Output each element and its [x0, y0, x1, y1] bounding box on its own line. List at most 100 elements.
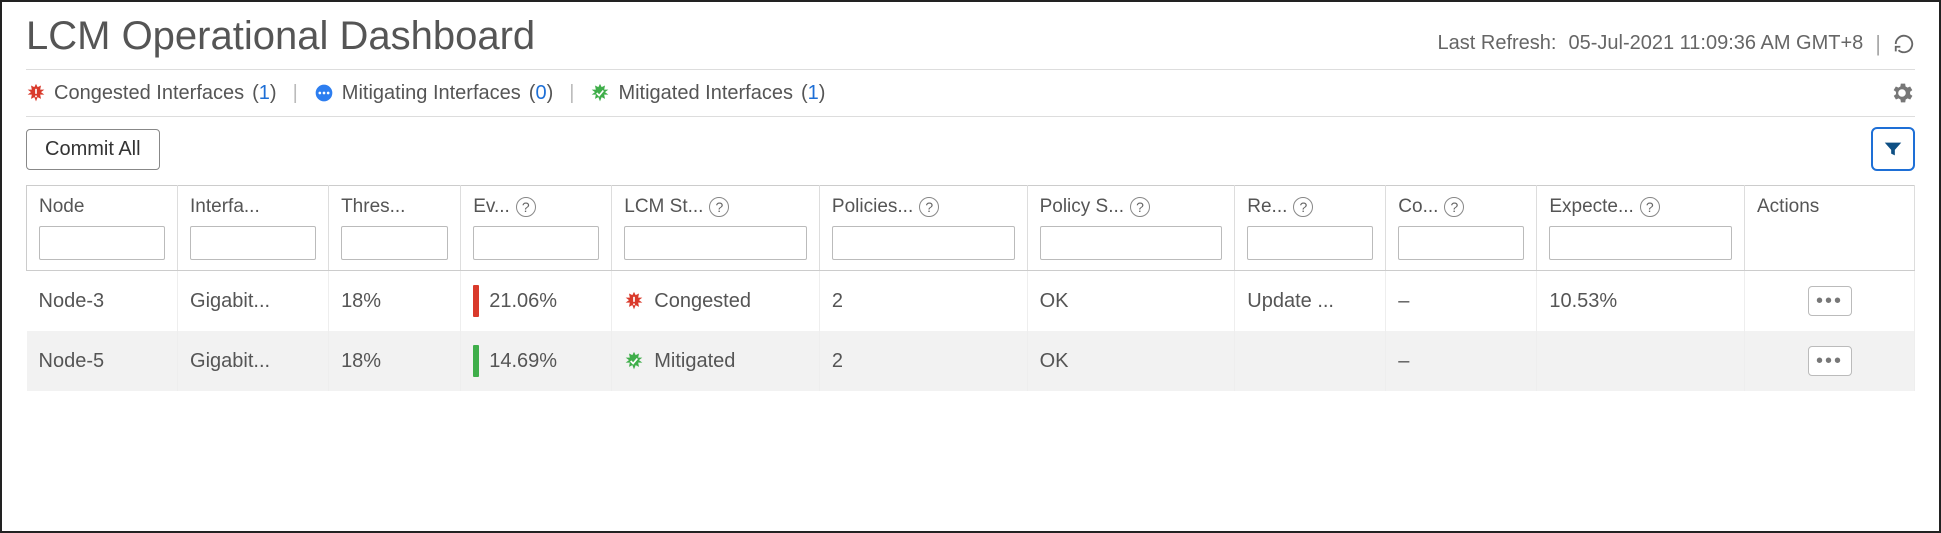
cell-expected: 10.53%	[1537, 271, 1745, 332]
col-policies[interactable]: Policies...?	[819, 186, 1027, 271]
cell-re	[1235, 331, 1386, 391]
col-co-label: Co...	[1398, 196, 1438, 218]
cell-ev: 14.69%	[461, 331, 612, 391]
burst-alert-icon	[624, 291, 644, 311]
col-ev[interactable]: Ev...?	[461, 186, 612, 271]
cell-co: –	[1386, 331, 1537, 391]
ellipsis-circle-icon	[314, 83, 334, 103]
filter-policys-input[interactable]	[1040, 226, 1223, 260]
filter-interface-input[interactable]	[190, 226, 316, 260]
ev-bar-icon	[473, 285, 479, 317]
header-row: Node Interfa... Thres... Ev...? LCM St..…	[27, 186, 1915, 271]
row-actions-button[interactable]: •••	[1808, 346, 1852, 376]
status-congested-count: (1)	[252, 82, 276, 105]
filter-expected-input[interactable]	[1549, 226, 1732, 260]
status-items: Congested Interfaces (1) | Mitigating In…	[26, 82, 825, 105]
col-threshold-label: Thres...	[341, 196, 405, 218]
table-row: Node-5Gigabit...18% 14.69% Mitigated 2OK – ••…	[27, 331, 1915, 391]
status-row: Congested Interfaces (1) | Mitigating In…	[26, 70, 1915, 116]
refresh-time: 05-Jul-2021 11:09:36 AM GMT+8	[1568, 32, 1863, 55]
col-expected[interactable]: Expecte...?	[1537, 186, 1745, 271]
filter-icon	[1882, 138, 1904, 160]
status-mitigated-label: Mitigated Interfaces	[618, 82, 793, 105]
col-policys-label: Policy S...	[1040, 196, 1124, 218]
dashboard-frame: LCM Operational Dashboard Last Refresh: …	[0, 0, 1941, 533]
help-icon[interactable]: ?	[1444, 197, 1464, 217]
col-node-label: Node	[39, 196, 84, 218]
gear-icon[interactable]	[1889, 80, 1915, 106]
filter-ev-input[interactable]	[473, 226, 599, 260]
burst-alert-icon	[26, 83, 46, 103]
refresh-icon[interactable]	[1893, 33, 1915, 55]
refresh-area: Last Refresh: 05-Jul-2021 11:09:36 AM GM…	[1438, 31, 1915, 57]
lcm-status-text: Congested	[654, 290, 751, 313]
status-congested-label: Congested Interfaces	[54, 82, 244, 105]
col-ev-label: Ev...	[473, 196, 510, 218]
col-interface[interactable]: Interfa...	[178, 186, 329, 271]
col-actions-label: Actions	[1757, 196, 1819, 218]
status-mitigating-count: (0)	[529, 82, 553, 105]
cell-re: Update ...	[1235, 271, 1386, 332]
status-mitigating-label: Mitigating Interfaces	[342, 82, 521, 105]
cell-lcm-status: Congested	[612, 271, 820, 332]
cell-co: –	[1386, 271, 1537, 332]
cell-actions: •••	[1745, 331, 1915, 391]
col-lcm-label: LCM St...	[624, 196, 703, 218]
burst-check-icon	[624, 351, 644, 371]
col-lcm-status[interactable]: LCM St...?	[612, 186, 820, 271]
help-icon[interactable]: ?	[1640, 197, 1660, 217]
cell-threshold: 18%	[329, 271, 461, 332]
cell-node: Node-5	[27, 331, 178, 391]
filter-threshold-input[interactable]	[341, 226, 448, 260]
col-actions: Actions	[1745, 186, 1915, 271]
cell-lcm-status: Mitigated	[612, 331, 820, 391]
filter-lcm-input[interactable]	[624, 226, 807, 260]
toolbar: Commit All	[26, 117, 1915, 185]
col-policies-label: Policies...	[832, 196, 913, 218]
page-title: LCM Operational Dashboard	[26, 14, 535, 59]
col-re[interactable]: Re...?	[1235, 186, 1386, 271]
help-icon[interactable]: ?	[919, 197, 939, 217]
help-icon[interactable]: ?	[1293, 197, 1313, 217]
table-row: Node-3Gigabit...18%21.06%Congested2OKUpd…	[27, 271, 1915, 332]
commit-all-button[interactable]: Commit All	[26, 129, 160, 170]
filter-button[interactable]	[1871, 127, 1915, 171]
burst-check-icon	[590, 83, 610, 103]
status-mitigated-count: (1)	[801, 82, 825, 105]
help-icon[interactable]: ?	[1130, 197, 1150, 217]
cell-threshold: 18%	[329, 331, 461, 391]
status-mitigating: Mitigating Interfaces (0)	[314, 82, 553, 105]
cell-policy-s: OK	[1027, 331, 1235, 391]
filter-re-input[interactable]	[1247, 226, 1373, 260]
pipe: |	[569, 82, 574, 105]
ev-value: 21.06%	[489, 290, 557, 313]
cell-policies: 2	[819, 331, 1027, 391]
divider: |	[1875, 31, 1881, 57]
filter-policies-input[interactable]	[832, 226, 1015, 260]
cell-ev: 21.06%	[461, 271, 612, 332]
cell-expected	[1537, 331, 1745, 391]
ev-value: 14.69%	[489, 350, 557, 373]
col-node[interactable]: Node	[27, 186, 178, 271]
status-mitigated: Mitigated Interfaces (1)	[590, 82, 825, 105]
pipe: |	[293, 82, 298, 105]
cell-actions: •••	[1745, 271, 1915, 332]
refresh-label: Last Refresh:	[1438, 32, 1557, 55]
col-policy-s[interactable]: Policy S...?	[1027, 186, 1235, 271]
col-co[interactable]: Co...?	[1386, 186, 1537, 271]
help-icon[interactable]: ?	[516, 197, 536, 217]
cell-policies: 2	[819, 271, 1027, 332]
cell-policy-s: OK	[1027, 271, 1235, 332]
cell-node: Node-3	[27, 271, 178, 332]
col-threshold[interactable]: Thres...	[329, 186, 461, 271]
cell-interface: Gigabit...	[178, 331, 329, 391]
lcm-status-text: Mitigated	[654, 350, 735, 373]
col-interface-label: Interfa...	[190, 196, 260, 218]
col-expected-label: Expecte...	[1549, 196, 1634, 218]
filter-co-input[interactable]	[1398, 226, 1524, 260]
row-actions-button[interactable]: •••	[1808, 286, 1852, 316]
header: LCM Operational Dashboard Last Refresh: …	[26, 10, 1915, 69]
help-icon[interactable]: ?	[709, 197, 729, 217]
data-table: Node Interfa... Thres... Ev...? LCM St..…	[26, 185, 1915, 391]
filter-node-input[interactable]	[39, 226, 165, 260]
